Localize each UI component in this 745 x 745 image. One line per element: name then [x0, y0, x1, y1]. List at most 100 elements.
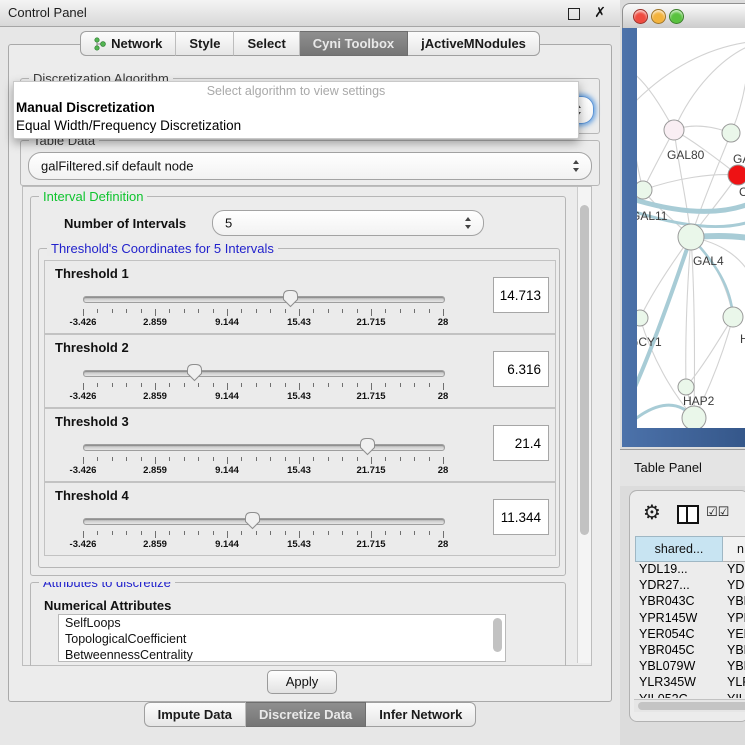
network-node[interactable]	[682, 406, 706, 428]
table-row[interactable]: YDR27... YDR2	[635, 578, 745, 594]
close-icon[interactable]: ✗	[594, 4, 606, 21]
cell-shared-name[interactable]: YER054C	[639, 627, 695, 641]
table-row[interactable]: YIL052C YIL0	[635, 692, 745, 699]
tab-cyni-toolbox[interactable]: Cyni Toolbox	[300, 31, 408, 56]
network-node[interactable]	[723, 307, 743, 327]
table-hscrollbar-thumb[interactable]	[638, 702, 745, 710]
close-traffic-light-icon[interactable]	[633, 9, 648, 24]
tab-jactivemnodules[interactable]: jActiveMNodules	[408, 31, 540, 56]
table-row[interactable]: YER054C YER0	[635, 627, 745, 643]
threshold-slider[interactable]: -3.4262.8599.14415.4321.71528	[83, 291, 447, 331]
network-edge[interactable]	[686, 317, 733, 387]
slider-track[interactable]	[83, 296, 445, 303]
tab-impute-data[interactable]: Impute Data	[144, 702, 246, 727]
tab-infer-network[interactable]: Infer Network	[366, 702, 476, 727]
threshold-row-2: Threshold 2 -3.4262.8599.14415.4321.7152…	[44, 334, 556, 408]
network-node[interactable]	[678, 224, 704, 250]
slider-track[interactable]	[83, 370, 445, 377]
slider-thumb[interactable]	[359, 437, 376, 456]
network-edge[interactable]	[674, 130, 691, 237]
cell-name[interactable]: YER0	[727, 627, 745, 641]
table-row[interactable]: YPR145W YPR1	[635, 611, 745, 627]
cell-shared-name[interactable]: YLR345W	[639, 675, 696, 689]
slider-thumb[interactable]	[282, 289, 299, 308]
float-window-icon[interactable]	[568, 8, 580, 20]
number-of-intervals-combobox[interactable]: 5	[212, 210, 484, 236]
threshold-slider[interactable]: -3.4262.8599.14415.4321.71528	[83, 365, 447, 405]
threshold-value-field[interactable]: 11.344	[493, 499, 549, 535]
cell-shared-name[interactable]: YDL19...	[639, 562, 688, 576]
slider-track[interactable]	[83, 518, 445, 525]
tab-select[interactable]: Select	[234, 31, 299, 56]
network-node[interactable]	[678, 379, 694, 395]
table-row[interactable]: YLR345W YLR3	[635, 675, 745, 691]
settings-vertical-scrollbar[interactable]	[577, 187, 591, 663]
network-edge[interactable]	[637, 98, 643, 190]
column-header-name[interactable]: n	[723, 536, 745, 562]
threshold-value-field[interactable]: 6.316	[493, 351, 549, 387]
network-edge[interactable]	[686, 237, 691, 387]
network-node[interactable]	[722, 124, 740, 142]
threshold-slider[interactable]: -3.4262.8599.14415.4321.71528	[83, 439, 447, 479]
attributes-list-scrollbar[interactable]	[493, 618, 502, 652]
settings-scrollbar-thumb[interactable]	[580, 205, 589, 535]
table-row[interactable]: YBR043C YBR0	[635, 594, 745, 610]
dropdown-prompt-item: Select algorithm to view settings	[14, 84, 578, 99]
network-edge[interactable]	[643, 175, 738, 190]
threshold-slider[interactable]: -3.4262.8599.14415.4321.71528	[83, 513, 447, 553]
tab-style[interactable]: Style	[176, 31, 234, 56]
slider-track[interactable]	[83, 444, 445, 451]
network-node[interactable]	[637, 181, 652, 199]
gear-icon[interactable]: ⚙	[643, 500, 661, 525]
threshold-value-field[interactable]: 21.4	[493, 425, 549, 461]
table-horizontal-scrollbar[interactable]	[634, 699, 745, 712]
minimize-traffic-light-icon[interactable]	[651, 9, 666, 24]
network-edge-highlighted[interactable]	[691, 237, 733, 317]
attribute-item-selfloops[interactable]: SelfLoops	[59, 615, 505, 631]
cell-name[interactable]: YDR2	[727, 578, 745, 592]
cell-name[interactable]: YIL0	[727, 692, 745, 699]
attribute-item-betweennesscentrality[interactable]: BetweennessCentrality	[59, 647, 505, 662]
slider-tick	[112, 531, 113, 535]
cell-name[interactable]: YBR0	[727, 594, 745, 608]
table-row[interactable]: YDL19... YDL1	[635, 562, 745, 578]
threshold-value-field[interactable]: 14.713	[493, 277, 549, 313]
table-row[interactable]: YBL079W YBL0	[635, 659, 745, 675]
dropdown-item-manual-discretization[interactable]: Manual Discretization	[14, 99, 578, 117]
network-node[interactable]	[637, 310, 648, 326]
cell-name[interactable]: YLR3	[727, 675, 745, 689]
cell-shared-name[interactable]: YIL052C	[639, 692, 688, 699]
cell-shared-name[interactable]: YBR045C	[639, 643, 695, 657]
network-edge[interactable]	[637, 70, 674, 130]
cell-shared-name[interactable]: YDR27...	[639, 578, 690, 592]
network-view-canvas[interactable]: GAL80GACGAL11GAL4GCY1HHAP2	[637, 28, 745, 428]
cell-shared-name[interactable]: YBL079W	[639, 659, 695, 673]
cell-name[interactable]: YPR1	[727, 611, 745, 625]
tab-label: Style	[189, 32, 220, 55]
cell-shared-name[interactable]: YPR145W	[639, 611, 697, 625]
slider-thumb[interactable]	[244, 511, 261, 530]
tab-discretize-data[interactable]: Discretize Data	[246, 702, 366, 727]
table-row[interactable]: YBR045C YBR0	[635, 643, 745, 659]
slider-tick	[126, 309, 127, 313]
network-node[interactable]	[728, 165, 745, 185]
cell-name[interactable]: YDL1	[727, 562, 745, 576]
slider-thumb[interactable]	[186, 363, 203, 382]
network-edge[interactable]	[674, 46, 745, 130]
cell-name[interactable]: YBR0	[727, 643, 745, 657]
cell-name[interactable]: YBL0	[727, 659, 745, 673]
attribute-item-topologicalcoefficient[interactable]: TopologicalCoefficient	[59, 631, 505, 647]
tab-network[interactable]: Network	[80, 31, 176, 56]
numerical-attributes-list[interactable]: SelfLoopsTopologicalCoefficientBetweenne…	[58, 614, 506, 662]
column-browser-icon[interactable]	[677, 505, 699, 524]
zoom-traffic-light-icon[interactable]	[669, 9, 684, 24]
network-edge[interactable]	[731, 58, 745, 133]
select-columns-checkbox-icons[interactable]: ☑☑	[706, 504, 729, 520]
network-node[interactable]	[664, 120, 684, 140]
apply-button[interactable]: Apply	[267, 670, 337, 694]
cell-shared-name[interactable]: YBR043C	[639, 594, 695, 608]
network-edge[interactable]	[691, 237, 733, 317]
table-data-combobox[interactable]: galFiltered.sif default node	[28, 152, 592, 180]
column-header-shared-name[interactable]: shared...	[635, 536, 723, 562]
dropdown-item-equal-width-frequency-discretization[interactable]: Equal Width/Frequency Discretization	[14, 117, 578, 135]
